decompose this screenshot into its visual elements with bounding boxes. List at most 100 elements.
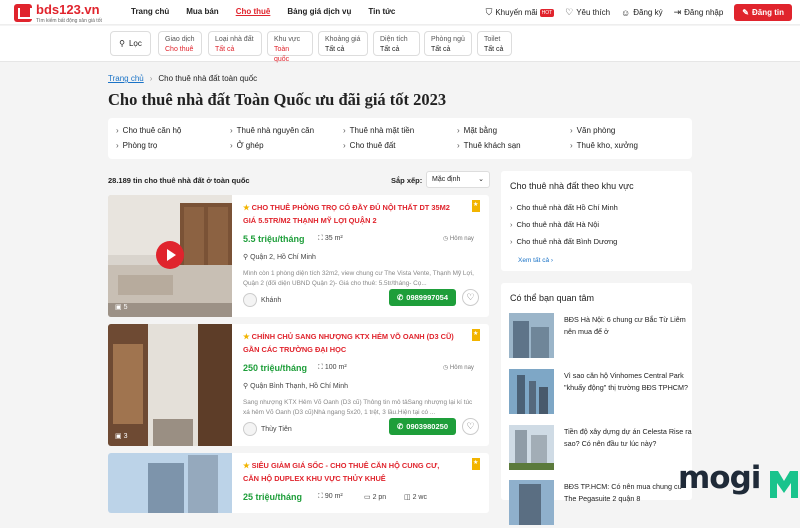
vip-bookmark-icon: [472, 329, 480, 341]
listing-photo[interactable]: [108, 324, 232, 446]
listing-time-value: Hôm nay: [449, 236, 474, 242]
category-office[interactable]: Văn phòng: [570, 126, 616, 135]
news-title: Có thể bạn quan tâm: [510, 293, 595, 303]
news-thumbnail: [509, 480, 554, 525]
nav-buy-sell[interactable]: Mua bán: [186, 7, 218, 16]
listing-description: Mình còn 1 phòng diện tích 32m2, view ch…: [243, 270, 474, 287]
video-play-icon[interactable]: [156, 241, 184, 269]
post-listing-button[interactable]: ✎ Đăng tin: [734, 4, 792, 21]
area-icon: ⛶: [318, 364, 323, 371]
news-item-title: BĐS TP.HCM: Có nên mua chung cư The Pega…: [564, 482, 683, 503]
region-link-binh-duong[interactable]: Cho thuê nhà đất Bình Dương: [510, 237, 618, 246]
pencil-icon: ✎: [742, 8, 749, 17]
listing-price: 5.5 triệu/tháng: [243, 234, 305, 244]
logo-name: bds123.vn: [36, 2, 100, 17]
listing-title[interactable]: ★ SIÊU GIẢM GIÁ SỐC - CHO THUÊ CĂN HỘ CUN…: [243, 459, 457, 485]
filter-area-value: Tất cả: [380, 46, 400, 53]
category-shared[interactable]: Ở ghép: [230, 141, 264, 150]
news-thumbnail: [509, 425, 554, 470]
login-link[interactable]: ⇥ Đăng nhập: [674, 7, 724, 18]
listing-description: Sang nhượng KTX Hẻm Võ Oanh (D3 cũ) Thôn…: [243, 399, 473, 416]
listing-area-value: 90 m²: [324, 493, 343, 500]
register-link[interactable]: ☺ Đăng ký: [621, 8, 663, 18]
breadcrumb: Trang chủ › Cho thuê nhà đất toàn quốc: [108, 74, 257, 83]
photo-count: ▣ 3: [115, 432, 127, 440]
listing-time: ◷ Hôm nay: [443, 364, 474, 371]
phone-icon: ✆: [396, 293, 404, 302]
nav-rent[interactable]: Cho thuê: [236, 7, 271, 16]
category-warehouse[interactable]: Thuê kho, xưởng: [570, 141, 638, 150]
breadcrumb-separator-icon: ›: [149, 74, 153, 83]
filter-bedrooms[interactable]: Phòng ngủ Tất cả: [424, 31, 472, 56]
post-listing-label: Đăng tin: [752, 8, 784, 17]
sort-select[interactable]: Mặc định ⌄: [426, 171, 490, 188]
promo-link[interactable]: ⛉ Khuyến mãi HOT: [486, 7, 555, 18]
listing-title[interactable]: ★ CHO THUÊ PHÒNG TRỌ CÓ ĐẦY ĐỦ NỘI THẤT D…: [243, 201, 457, 227]
call-button-number: 0989997054: [406, 293, 448, 302]
heart-icon: ♡: [565, 7, 574, 17]
avatar: [243, 293, 257, 307]
category-land[interactable]: Cho thuê đất: [343, 141, 396, 150]
news-item[interactable]: Vì sao căn hộ Vinhomes Central Park "khu…: [509, 369, 691, 417]
filter-transaction[interactable]: Giao dịch Cho thuê: [158, 31, 202, 56]
filter-region[interactable]: Khu vực Toàn quốc: [267, 31, 313, 63]
gift-icon: ⛉: [485, 7, 493, 17]
category-rooms[interactable]: Phòng trọ: [116, 141, 158, 150]
login-label: Đăng nhập: [684, 8, 724, 17]
camera-icon: ▣: [115, 304, 122, 311]
favorites-link[interactable]: ♡ Yêu thích: [565, 7, 610, 18]
see-all-link[interactable]: Xem tất cả ›: [518, 257, 553, 264]
listing-address: ⚲ Quận 2, Hồ Chí Minh: [243, 253, 316, 261]
photo-count-value: 3: [123, 433, 128, 440]
filter-price-range[interactable]: Khoảng giá Tất cả: [318, 31, 368, 56]
news-item[interactable]: Tiền độ xây dựng dự án Celesta Rise ra s…: [509, 425, 692, 473]
listing-card[interactable]: ▣ 5 ★ CHO THUÊ PHÒNG TRỌ CÓ ĐẦY ĐỦ NỘI TH…: [108, 195, 489, 317]
listing-user: Khánh: [243, 293, 281, 307]
filter-area[interactable]: Diện tích Tất cả: [373, 31, 420, 56]
star-icon: ★: [243, 332, 250, 341]
news-item[interactable]: BĐS TP.HCM: Có nên mua chung cư The Pega…: [509, 480, 691, 528]
listing-card[interactable]: ▣ 3 ★ CHÍNH CHỦ SANG NHƯỢNG KTX HẺM VÕ OA…: [108, 324, 489, 446]
filter-price-range-value: Tất cả: [325, 46, 345, 53]
filter-toilet[interactable]: Toilet Tất cả: [477, 31, 512, 56]
listing-address: ⚲ Quận Bình Thạnh, Hồ Chí Minh: [243, 382, 348, 390]
location-pin-icon: ⚲: [243, 254, 249, 261]
listing-user-name: Khánh: [261, 296, 282, 304]
listing-photo[interactable]: [108, 453, 232, 513]
related-news-panel: Có thể bạn quan tâm BĐS Hà Nội: 6 chung …: [501, 283, 692, 525]
mogi-logo-icon: [770, 471, 798, 498]
page-title: Cho thuê nhà đất Toàn Quốc ưu đãi giá tố…: [108, 90, 447, 109]
call-button[interactable]: ✆ 0989997054: [389, 289, 456, 306]
category-premises[interactable]: Mặt bằng: [457, 126, 497, 135]
listing-card[interactable]: ★ SIÊU GIẢM GIÁ SỐC - CHO THUÊ CĂN HỘ CUN…: [108, 453, 489, 513]
filter-button[interactable]: ⚲ Lọc: [110, 31, 151, 56]
star-icon: ★: [243, 203, 250, 212]
news-item[interactable]: BĐS Hà Nội: 6 chung cư Bắc Từ Liêm nên m…: [509, 313, 691, 361]
region-link-hanoi[interactable]: Cho thuê nhà đất Hà Nội: [510, 220, 600, 229]
news-item-title: Vì sao căn hộ Vinhomes Central Park "khu…: [564, 371, 688, 392]
listing-area-value: 35 m²: [324, 235, 343, 242]
filter-transaction-label: Giao dịch: [165, 36, 195, 43]
save-favorite-button[interactable]: ♡: [462, 289, 479, 306]
nav-pricing[interactable]: Bảng giá dịch vụ: [287, 7, 351, 16]
regions-panel: Cho thuê nhà đất theo khu vực Cho thuê n…: [501, 171, 692, 271]
category-hotel[interactable]: Thuê khách sạn: [457, 141, 521, 150]
filter-property-type[interactable]: Loại nhà đất Tất cả: [208, 31, 262, 56]
save-favorite-button[interactable]: ♡: [462, 418, 479, 435]
breadcrumb-home[interactable]: Trang chủ: [108, 74, 144, 83]
call-button[interactable]: ✆ 0903980250: [389, 418, 456, 435]
category-apartment[interactable]: Cho thuê căn hộ: [116, 126, 182, 135]
top-navbar: bds123.vn Tìm kiếm bất động sản giá tốt …: [0, 0, 800, 25]
site-logo[interactable]: bds123.vn Tìm kiếm bất động sản giá tốt: [14, 2, 102, 24]
region-link-hcm[interactable]: Cho thuê nhà đất Hồ Chí Minh: [510, 203, 618, 212]
nav-news[interactable]: Tin tức: [368, 7, 395, 16]
listing-title[interactable]: ★ CHÍNH CHỦ SANG NHƯỢNG KTX HẺM VÕ OANH (…: [243, 330, 457, 356]
location-pin-icon: ⚲: [243, 383, 249, 390]
nav-home[interactable]: Trang chủ: [131, 7, 169, 16]
vip-bookmark-icon: [472, 200, 480, 212]
category-whole-house[interactable]: Thuê nhà nguyên căn: [230, 126, 314, 135]
category-street-house[interactable]: Thuê nhà mặt tiền: [343, 126, 414, 135]
news-thumbnail: [509, 369, 554, 414]
register-label: Đăng ký: [633, 8, 663, 17]
results-count: 28.189 tin cho thuê nhà đất ở toàn quốc: [108, 176, 250, 185]
